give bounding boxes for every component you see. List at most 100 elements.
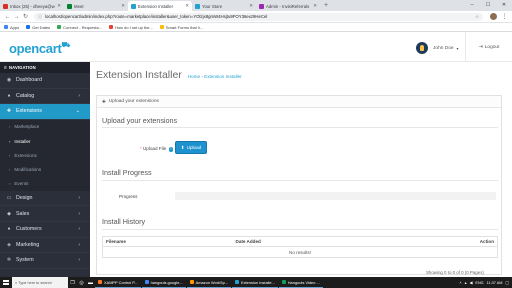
menu-dots-icon[interactable]: ⋮: [500, 13, 509, 20]
admin-header: opencart⛟ John Doe ▾: [0, 32, 512, 62]
user-menu[interactable]: John Doe ▾: [416, 42, 459, 54]
sidebar-sub-marketplace[interactable]: › Marketplace: [0, 119, 90, 134]
opencart-favicon-icon: [131, 3, 136, 9]
browser-tab-active[interactable]: Extension Installer ✕: [128, 1, 192, 11]
sidebar-item-dashboard[interactable]: ◉ Dashboard: [0, 73, 90, 89]
bookmark-connect[interactable]: Connect - Requesta...: [57, 25, 102, 30]
url-field[interactable]: ⓘ localhost/opencart/admin/index.php?rou…: [34, 12, 483, 21]
taskbar-app-hangouts-video[interactable]: Hangouts Video ...: [278, 277, 323, 288]
windows-taskbar: ⌕ Type here to search ❐ ◎ ▬ XAMPP Contro…: [0, 277, 512, 288]
bookmark-get-dates[interactable]: Get Dates: [26, 25, 50, 30]
puzzle-icon: ✚: [102, 98, 106, 104]
sidebar-item-sales[interactable]: ◆ Sales ›: [0, 206, 90, 222]
sidebar-item-system[interactable]: ✲ System ›: [0, 253, 90, 269]
chevron-right-icon: ›: [78, 226, 80, 233]
minimize-icon[interactable]: –: [464, 0, 480, 11]
chevron-up-icon[interactable]: ˄: [459, 281, 461, 285]
chrome-icon[interactable]: ◎: [77, 277, 86, 288]
chevron-right-icon: ›: [78, 92, 80, 99]
taskbar-app-hangouts[interactable]: hangouts.google...: [141, 277, 186, 288]
meet-favicon-icon: [67, 3, 72, 9]
browser-tab[interactable]: Admin - InvisiReferrals ✕: [256, 1, 320, 11]
upload-icon: ⬆: [180, 144, 185, 150]
panel-heading: ✚ Upload your extensions: [97, 96, 501, 108]
bookmark-icon: [109, 25, 114, 29]
bookmark-smart-forms[interactable]: Smart Forms that li...: [159, 25, 203, 30]
new-tab-button[interactable]: +: [320, 1, 332, 11]
sidebar-sub-events[interactable]: › Events: [0, 176, 90, 191]
sidebar-item-marketing[interactable]: ◈ Marketing ›: [0, 238, 90, 254]
language-indicator[interactable]: ENG: [475, 281, 483, 285]
bookmark-icon: [159, 25, 164, 29]
sidebar-sub-extensions[interactable]: › Extensions: [0, 148, 90, 163]
share-icon: ◈: [7, 241, 11, 248]
windows-logo-icon: [3, 279, 9, 286]
bookmark-how-do-i[interactable]: How do I set up the...: [109, 25, 153, 30]
column-action: Action: [362, 236, 498, 247]
close-tab-icon[interactable]: ✕: [121, 3, 125, 9]
logout-button[interactable]: ⇥ Logout: [465, 32, 512, 62]
info-icon[interactable]: ⓘ: [38, 14, 42, 20]
puzzle-icon: ✚: [6, 108, 12, 115]
sidebar: ≡ NAVIGATION ◉ Dashboard ● Catalog › ✚ Extens…: [0, 62, 90, 277]
maximize-icon[interactable]: ☐: [480, 0, 496, 11]
main-content: Extension Installer Home › Extension Ins…: [90, 62, 512, 275]
cart-logo-icon: ⛟: [61, 42, 71, 49]
breadcrumb-home[interactable]: Home: [188, 74, 200, 79]
column-filename: Filename: [102, 236, 233, 247]
bookmarks-bar: Apps Get Dates Connect - Requesta... How…: [0, 23, 512, 32]
profile-avatar[interactable]: [490, 13, 497, 20]
sidebar-sub-modifications[interactable]: › Modifications: [0, 162, 90, 177]
opencart-favicon-icon: [195, 3, 200, 9]
browser-tab[interactable]: Meet ✕: [64, 1, 128, 11]
browser-tab[interactable]: Inbox (25) - dheeya@wolfspo✕: [0, 1, 64, 11]
opencart-logo[interactable]: opencart⛟: [9, 41, 70, 56]
caret-down-icon: ▾: [456, 45, 459, 51]
taskbar-app-xampp[interactable]: XAMPP Control P...: [95, 277, 141, 288]
notifications-icon[interactable]: ▢: [505, 280, 509, 285]
breadcrumb-current[interactable]: Extension Installer: [204, 74, 242, 79]
cart-icon: ◆: [7, 210, 11, 217]
address-bar-row: ← → ↻ ⓘ localhost/opencart/admin/index.p…: [0, 11, 512, 23]
sidebar-item-customers[interactable]: ● Customers ›: [0, 222, 90, 238]
task-view-icon[interactable]: ❐: [68, 277, 77, 288]
upload-button[interactable]: ⬆ Upload: [175, 141, 207, 154]
progress-label: Progress: [119, 194, 138, 199]
xampp-icon: [98, 280, 102, 284]
taskbar-app-amazon-workspaces[interactable]: Amazon WorkSp...: [186, 277, 231, 288]
bookmark-star-icon[interactable]: ☆: [475, 14, 479, 20]
hamburger-icon[interactable]: ≡: [4, 65, 7, 71]
close-tab-icon[interactable]: ✕: [313, 3, 317, 9]
sign-out-icon: ⇥: [478, 44, 483, 50]
help-icon[interactable]: ?: [168, 147, 173, 152]
sidebar-sub-installer[interactable]: › Installer: [0, 133, 90, 149]
breadcrumb: Home › Extension Installer: [188, 74, 242, 79]
chevron-down-icon: ⌄: [75, 108, 80, 115]
volume-icon[interactable]: ◀: [469, 280, 472, 285]
bookmark-apps[interactable]: Apps: [4, 25, 19, 30]
reload-icon[interactable]: ↻: [21, 13, 30, 20]
sidebar-item-extensions[interactable]: ✚ Extensions ⌄: [0, 104, 90, 120]
close-tab-icon[interactable]: ✕: [249, 3, 253, 9]
clock[interactable]: 11:37 AM: [487, 281, 503, 285]
chevron-right-icon: ›: [78, 210, 80, 217]
file-explorer-icon[interactable]: ▬: [86, 277, 95, 288]
history-section-title: Install History: [102, 217, 146, 226]
taskbar-search[interactable]: ⌕ Type here to search: [12, 277, 68, 288]
forward-arrow-icon[interactable]: →: [12, 14, 21, 20]
installer-panel: ✚ Upload your extensions Upload your ext…: [96, 95, 502, 275]
browser-tab[interactable]: Your Store ✕: [192, 1, 256, 11]
sidebar-item-catalog[interactable]: ● Catalog ›: [0, 89, 90, 105]
network-icon[interactable]: ▴: [465, 280, 467, 285]
taskbar-app-extension-installer[interactable]: Extension Installe...: [232, 277, 278, 288]
angle-right-icon: ›: [9, 181, 11, 187]
start-button[interactable]: [0, 277, 12, 288]
close-tab-icon[interactable]: ✕: [57, 3, 61, 9]
cog-icon: ✲: [6, 257, 12, 264]
sidebar-item-design[interactable]: ▭ Design ›: [0, 191, 90, 207]
admin-favicon-icon: [259, 3, 264, 9]
back-arrow-icon[interactable]: ←: [3, 14, 12, 20]
close-tab-icon[interactable]: ✕: [185, 3, 189, 9]
angle-right-icon: ›: [9, 138, 11, 144]
close-window-icon[interactable]: ✕: [496, 0, 512, 11]
